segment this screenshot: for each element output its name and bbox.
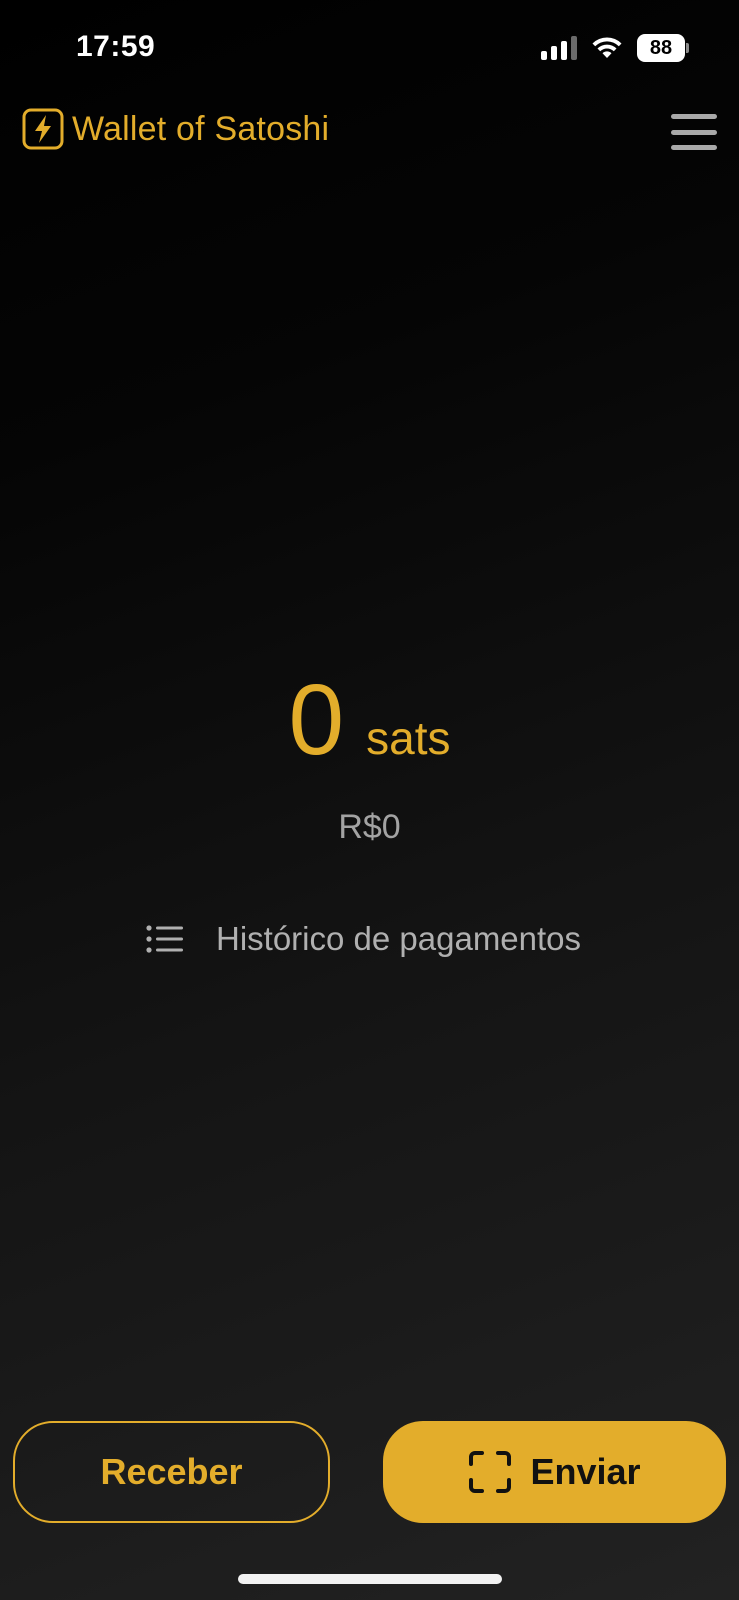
hamburger-menu-icon[interactable]	[671, 114, 717, 150]
wallet-home-screen: 17:59 88 Wallet of Satoshi 0 sats R$0 Hi…	[0, 0, 739, 1600]
home-indicator[interactable]	[238, 1574, 502, 1584]
send-button[interactable]: Enviar	[383, 1421, 726, 1523]
battery-icon: 88	[637, 34, 689, 62]
scan-qr-icon	[469, 1451, 512, 1493]
status-time: 17:59	[76, 30, 156, 63]
fiat-balance: R$0	[338, 808, 401, 846]
app-name: Wallet of Satoshi	[72, 109, 330, 148]
wifi-icon	[592, 37, 622, 58]
status-icons: 88	[541, 34, 689, 62]
balance-display: 0 sats	[0, 670, 739, 770]
receive-button[interactable]: Receber	[13, 1421, 330, 1523]
payment-history-label: Histórico de pagamentos	[216, 920, 582, 957]
app-logo: Wallet of Satoshi	[22, 108, 329, 150]
balance-amount: 0	[288, 664, 345, 776]
app-header: Wallet of Satoshi	[0, 104, 739, 176]
cellular-signal-icon	[541, 36, 577, 60]
balance-unit: sats	[366, 712, 451, 764]
receive-button-label: Receber	[100, 1451, 243, 1492]
payment-history-link[interactable]: Histórico de pagamentos	[146, 920, 581, 958]
battery-level: 88	[637, 34, 685, 62]
send-button-label: Enviar	[530, 1451, 641, 1492]
list-icon	[146, 925, 183, 953]
status-bar: 17:59 88	[0, 0, 739, 100]
lightning-bolt-icon	[22, 108, 64, 150]
